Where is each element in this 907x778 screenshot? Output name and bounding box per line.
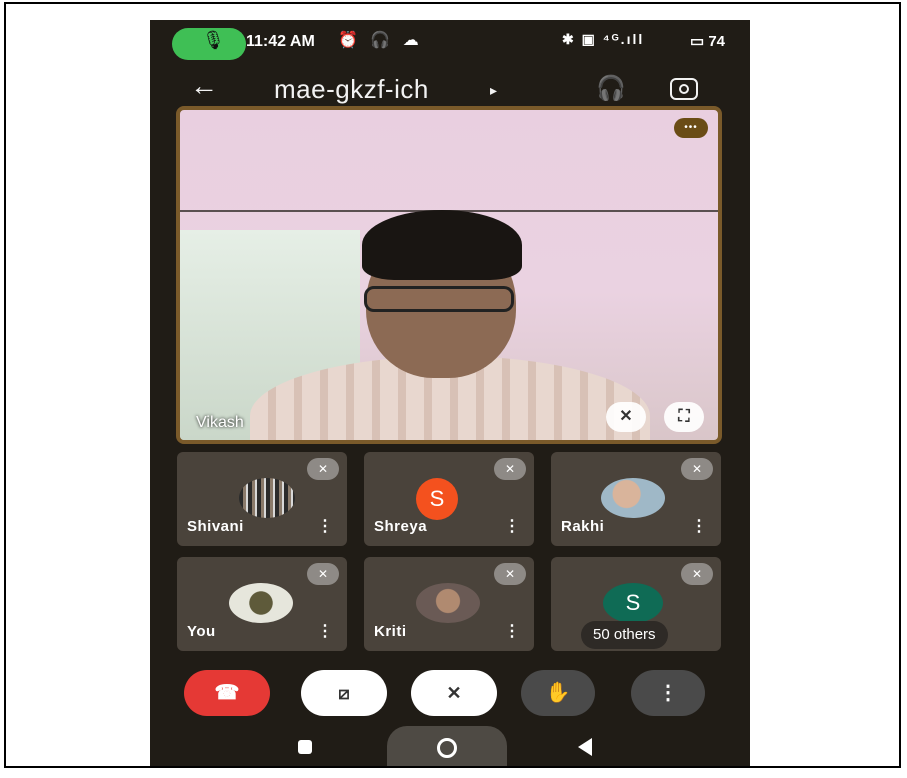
participant-name: Shivani [187, 518, 244, 535]
fullscreen-icon[interactable]: ⛶ [664, 402, 704, 432]
participant-tile-kriti[interactable]: ✕ Kriti ⋮ [364, 557, 534, 651]
main-participant-name: Vikash [196, 414, 244, 431]
more-options-icon[interactable]: ⋮ [504, 516, 520, 536]
meeting-code[interactable]: mae-gkzf-ich [274, 74, 429, 105]
participant-glasses [364, 286, 514, 312]
camera-off-button[interactable]: ⧄ [301, 670, 387, 716]
avatar [229, 583, 293, 623]
back-nav-icon[interactable] [578, 738, 592, 756]
avatar [601, 478, 665, 518]
more-options-icon[interactable]: ⋮ [317, 621, 333, 641]
raise-hand-button[interactable]: ✋ [521, 670, 595, 716]
status-time: 11:42 AM [246, 33, 315, 50]
unpin-icon[interactable]: ✕ [606, 402, 646, 432]
muted-mic-icon: ✕ [681, 563, 713, 585]
muted-mic-icon: ✕ [494, 563, 526, 585]
participant-name: Kriti [374, 623, 407, 640]
participant-tile-others[interactable]: ✕ S 50 others [551, 557, 721, 651]
active-mic-pill[interactable]: 🎙 [172, 28, 246, 60]
status-right-icons: ✱ ▣ ⁴ᴳ.ıll [562, 31, 645, 47]
participant-name: Shreya [374, 518, 428, 535]
more-options-icon[interactable]: ⋮ [691, 516, 707, 536]
muted-mic-icon: ✕ [307, 458, 339, 480]
speaking-indicator-icon: ••• [674, 118, 708, 138]
mic-off-button[interactable]: ✕ [411, 670, 497, 716]
avatar [416, 583, 480, 623]
back-arrow-icon[interactable]: ← [190, 70, 218, 102]
mic-icon: 🎙 [202, 30, 225, 50]
home-nav-icon[interactable] [387, 726, 507, 766]
switch-camera-icon[interactable] [670, 78, 698, 100]
muted-mic-icon: ✕ [494, 458, 526, 480]
more-options-icon[interactable]: ⋮ [504, 621, 520, 641]
more-options-icon[interactable]: ⋮ [317, 516, 333, 536]
status-bar: 🎙 11:42 AM ⏰ 🎧 ☁ ✱ ▣ ⁴ᴳ.ıll ▭ 74 [150, 20, 750, 68]
phone-screen: 🎙 11:42 AM ⏰ 🎧 ☁ ✱ ▣ ⁴ᴳ.ıll ▭ 74 ← mae-g… [150, 20, 750, 766]
participant-name: You [187, 623, 216, 640]
muted-mic-icon: ✕ [681, 458, 713, 480]
status-left-icons: ⏰ 🎧 ☁ [338, 32, 423, 49]
main-video-tile[interactable]: ••• Vikash ✕ ⛶ [176, 106, 722, 444]
recents-nav-icon[interactable] [298, 740, 312, 754]
muted-mic-icon: ✕ [307, 563, 339, 585]
avatar: S [416, 478, 458, 520]
avatar [239, 478, 295, 518]
audio-output-icon[interactable]: 🎧 [596, 74, 626, 103]
end-call-button[interactable]: ☎ [184, 670, 270, 716]
participant-tile-you[interactable]: ✕ You ⋮ [177, 557, 347, 651]
participant-name: Rakhi [561, 518, 605, 535]
others-count-badge[interactable]: 50 others [581, 621, 668, 649]
avatar: S [603, 583, 663, 623]
battery-indicator: ▭ 74 [690, 33, 726, 50]
participant-tile-rakhi[interactable]: ✕ Rakhi ⋮ [551, 452, 721, 546]
participant-tile-shivani[interactable]: ✕ Shivani ⋮ [177, 452, 347, 546]
more-options-button[interactable]: ⋮ [631, 670, 705, 716]
participant-hair [362, 210, 522, 280]
meeting-info-caret-icon[interactable]: ▸ [490, 82, 497, 99]
participant-tile-shreya[interactable]: ✕ S Shreya ⋮ [364, 452, 534, 546]
